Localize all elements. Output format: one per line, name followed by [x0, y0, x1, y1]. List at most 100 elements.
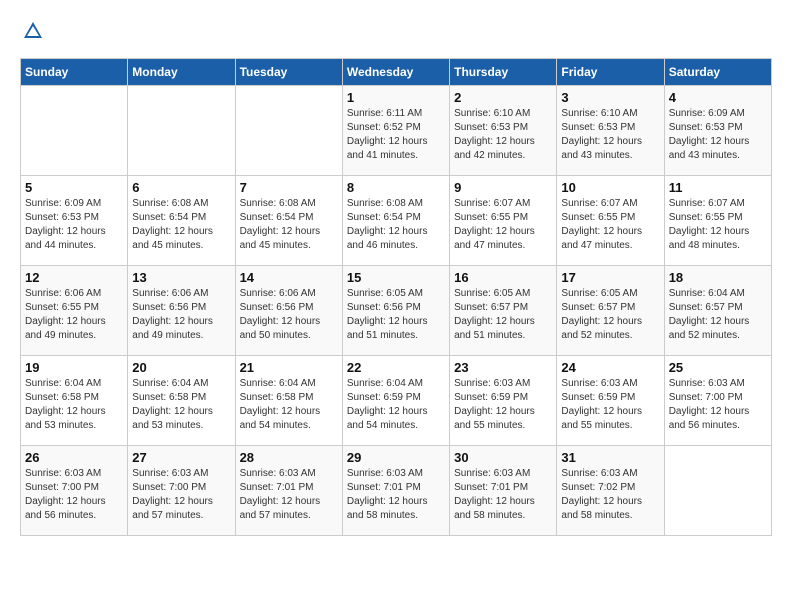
day-number: 1	[347, 90, 445, 105]
day-info: Sunrise: 6:08 AM Sunset: 6:54 PM Dayligh…	[347, 197, 445, 253]
day-number: 4	[669, 90, 767, 105]
day-number: 19	[25, 360, 123, 375]
day-info: Sunrise: 6:03 AM Sunset: 6:59 PM Dayligh…	[454, 377, 552, 433]
day-number: 31	[561, 450, 659, 465]
day-number: 28	[240, 450, 338, 465]
calendar-cell: 5 Sunrise: 6:09 AM Sunset: 6:53 PM Daylig…	[21, 176, 128, 266]
calendar-cell: 11 Sunrise: 6:07 AM Sunset: 6:55 PM Dayli…	[664, 176, 771, 266]
day-info: Sunrise: 6:03 AM Sunset: 7:00 PM Dayligh…	[25, 467, 123, 523]
day-info: Sunrise: 6:08 AM Sunset: 6:54 PM Dayligh…	[240, 197, 338, 253]
day-info: Sunrise: 6:04 AM Sunset: 6:58 PM Dayligh…	[132, 377, 230, 433]
weekday-header-friday: Friday	[557, 59, 664, 86]
calendar-cell: 15Sunrise: 6:05 AM Sunset: 6:56 PM Dayli…	[342, 266, 449, 356]
calendar-cell: 14 Sunrise: 6:06 AM Sunset: 6:56 PM Dayli…	[235, 266, 342, 356]
day-info: Sunrise: 6:03 AM Sunset: 7:02 PM Dayligh…	[561, 467, 659, 523]
day-info: Sunrise: 6:03 AM Sunset: 7:01 PM Dayligh…	[347, 467, 445, 523]
day-number: 24	[561, 360, 659, 375]
day-info: Sunrise: 6:04 AM Sunset: 6:59 PM Dayligh…	[347, 377, 445, 433]
day-number: 21	[240, 360, 338, 375]
calendar-cell: 27 Sunrise: 6:03 AM Sunset: 7:00 PM Dayli…	[128, 446, 235, 536]
weekday-header-sunday: Sunday	[21, 59, 128, 86]
calendar-cell: 17 Sunrise: 6:05 AM Sunset: 6:57 PM Dayli…	[557, 266, 664, 356]
calendar-cell: 7 Sunrise: 6:08 AM Sunset: 6:54 PM Daylig…	[235, 176, 342, 266]
calendar-cell	[664, 446, 771, 536]
day-number: 25	[669, 360, 767, 375]
day-number: 5	[25, 180, 123, 195]
day-number: 7	[240, 180, 338, 195]
calendar-cell: 1 Sunrise: 6:11 AM Sunset: 6:52 PM Daylig…	[342, 86, 449, 176]
calendar-cell	[21, 86, 128, 176]
calendar-week-2: 5 Sunrise: 6:09 AM Sunset: 6:53 PM Daylig…	[21, 176, 772, 266]
calendar-cell	[128, 86, 235, 176]
calendar-cell: 6 Sunrise: 6:08 AM Sunset: 6:54 PM Daylig…	[128, 176, 235, 266]
day-info: Sunrise: 6:04 AM Sunset: 6:58 PM Dayligh…	[240, 377, 338, 433]
day-info: Sunrise: 6:05 AM Sunset: 6:57 PM Dayligh…	[561, 287, 659, 343]
page-header	[20, 20, 772, 42]
day-info: Sunrise: 6:09 AM Sunset: 6:53 PM Dayligh…	[25, 197, 123, 253]
day-info: Sunrise: 6:10 AM Sunset: 6:53 PM Dayligh…	[454, 107, 552, 163]
weekday-header-wednesday: Wednesday	[342, 59, 449, 86]
day-info: Sunrise: 6:06 AM Sunset: 6:56 PM Dayligh…	[240, 287, 338, 343]
day-info: Sunrise: 6:04 AM Sunset: 6:58 PM Dayligh…	[25, 377, 123, 433]
calendar-cell: 21 Sunrise: 6:04 AM Sunset: 6:58 PM Dayli…	[235, 356, 342, 446]
day-info: Sunrise: 6:08 AM Sunset: 6:54 PM Dayligh…	[132, 197, 230, 253]
logo	[20, 20, 48, 42]
calendar-cell: 20Sunrise: 6:04 AM Sunset: 6:58 PM Dayli…	[128, 356, 235, 446]
calendar-cell: 9Sunrise: 6:07 AM Sunset: 6:55 PM Daylig…	[450, 176, 557, 266]
calendar-cell: 2 Sunrise: 6:10 AM Sunset: 6:53 PM Daylig…	[450, 86, 557, 176]
day-number: 12	[25, 270, 123, 285]
day-number: 9	[454, 180, 552, 195]
day-number: 15	[347, 270, 445, 285]
day-number: 13	[132, 270, 230, 285]
weekday-header-saturday: Saturday	[664, 59, 771, 86]
day-number: 2	[454, 90, 552, 105]
day-number: 30	[454, 450, 552, 465]
calendar-table: SundayMondayTuesdayWednesdayThursdayFrid…	[20, 58, 772, 536]
day-info: Sunrise: 6:03 AM Sunset: 7:01 PM Dayligh…	[454, 467, 552, 523]
calendar-cell: 13 Sunrise: 6:06 AM Sunset: 6:56 PM Dayli…	[128, 266, 235, 356]
calendar-cell: 8 Sunrise: 6:08 AM Sunset: 6:54 PM Daylig…	[342, 176, 449, 266]
calendar-cell: 28Sunrise: 6:03 AM Sunset: 7:01 PM Dayli…	[235, 446, 342, 536]
calendar-cell: 26 Sunrise: 6:03 AM Sunset: 7:00 PM Dayli…	[21, 446, 128, 536]
day-number: 23	[454, 360, 552, 375]
day-number: 22	[347, 360, 445, 375]
calendar-week-4: 19 Sunrise: 6:04 AM Sunset: 6:58 PM Dayli…	[21, 356, 772, 446]
calendar-cell: 10Sunrise: 6:07 AM Sunset: 6:55 PM Dayli…	[557, 176, 664, 266]
calendar-week-5: 26 Sunrise: 6:03 AM Sunset: 7:00 PM Dayli…	[21, 446, 772, 536]
day-info: Sunrise: 6:10 AM Sunset: 6:53 PM Dayligh…	[561, 107, 659, 163]
day-number: 17	[561, 270, 659, 285]
day-info: Sunrise: 6:05 AM Sunset: 6:57 PM Dayligh…	[454, 287, 552, 343]
calendar-cell: 29Sunrise: 6:03 AM Sunset: 7:01 PM Dayli…	[342, 446, 449, 536]
calendar-cell: 12Sunrise: 6:06 AM Sunset: 6:55 PM Dayli…	[21, 266, 128, 356]
day-info: Sunrise: 6:07 AM Sunset: 6:55 PM Dayligh…	[669, 197, 767, 253]
day-number: 16	[454, 270, 552, 285]
day-number: 10	[561, 180, 659, 195]
day-info: Sunrise: 6:06 AM Sunset: 6:56 PM Dayligh…	[132, 287, 230, 343]
calendar-week-1: 1 Sunrise: 6:11 AM Sunset: 6:52 PM Daylig…	[21, 86, 772, 176]
calendar-week-3: 12Sunrise: 6:06 AM Sunset: 6:55 PM Dayli…	[21, 266, 772, 356]
calendar-cell: 25Sunrise: 6:03 AM Sunset: 7:00 PM Dayli…	[664, 356, 771, 446]
day-info: Sunrise: 6:04 AM Sunset: 6:57 PM Dayligh…	[669, 287, 767, 343]
weekday-header-tuesday: Tuesday	[235, 59, 342, 86]
day-info: Sunrise: 6:09 AM Sunset: 6:53 PM Dayligh…	[669, 107, 767, 163]
day-number: 11	[669, 180, 767, 195]
logo-icon	[22, 20, 44, 42]
day-info: Sunrise: 6:11 AM Sunset: 6:52 PM Dayligh…	[347, 107, 445, 163]
calendar-cell: 30 Sunrise: 6:03 AM Sunset: 7:01 PM Dayli…	[450, 446, 557, 536]
day-number: 3	[561, 90, 659, 105]
calendar-cell: 18Sunrise: 6:04 AM Sunset: 6:57 PM Dayli…	[664, 266, 771, 356]
calendar-cell: 31 Sunrise: 6:03 AM Sunset: 7:02 PM Dayli…	[557, 446, 664, 536]
day-info: Sunrise: 6:03 AM Sunset: 7:00 PM Dayligh…	[132, 467, 230, 523]
day-number: 14	[240, 270, 338, 285]
day-number: 26	[25, 450, 123, 465]
day-number: 27	[132, 450, 230, 465]
day-info: Sunrise: 6:03 AM Sunset: 6:59 PM Dayligh…	[561, 377, 659, 433]
calendar-cell	[235, 86, 342, 176]
calendar-cell: 16 Sunrise: 6:05 AM Sunset: 6:57 PM Dayli…	[450, 266, 557, 356]
calendar-cell: 22 Sunrise: 6:04 AM Sunset: 6:59 PM Dayli…	[342, 356, 449, 446]
day-number: 6	[132, 180, 230, 195]
day-number: 8	[347, 180, 445, 195]
weekday-header-monday: Monday	[128, 59, 235, 86]
weekday-header-thursday: Thursday	[450, 59, 557, 86]
calendar-cell: 24 Sunrise: 6:03 AM Sunset: 6:59 PM Dayli…	[557, 356, 664, 446]
